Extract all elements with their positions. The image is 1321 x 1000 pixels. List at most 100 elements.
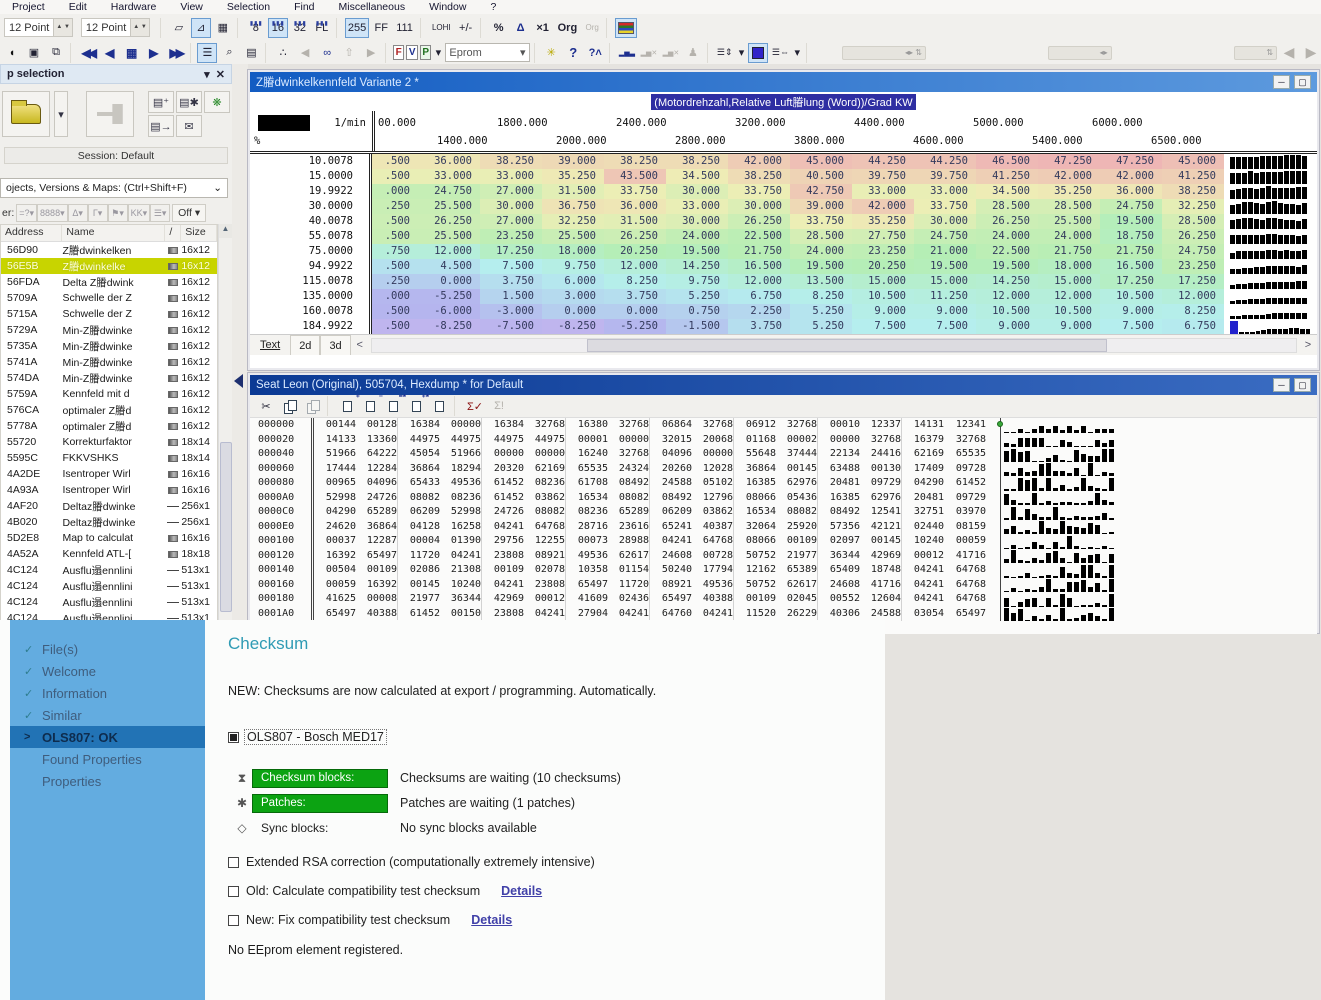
page-add-icon[interactable]: ⁺ <box>337 393 360 416</box>
map-cell[interactable]: 32.250 <box>1162 199 1224 214</box>
hex-cell[interactable]: 12162 <box>734 563 776 578</box>
map-cell[interactable]: 16.500 <box>728 259 790 274</box>
hex-cell[interactable]: 14133 <box>314 433 356 448</box>
hex-cell[interactable]: 08082 <box>608 490 650 505</box>
hex-cell[interactable]: 51966 <box>440 447 482 462</box>
map-cell[interactable]: .500 <box>372 319 418 334</box>
hex-cell[interactable]: 50752 <box>734 549 776 564</box>
map-cell[interactable]: 6.750 <box>728 289 790 304</box>
map-cell[interactable]: 17.250 <box>480 244 542 259</box>
spinner-arrows-icon[interactable]: ▲ ▼ <box>130 19 149 36</box>
hex-cell[interactable]: 06912 <box>734 418 776 433</box>
hex-cell[interactable]: 13360 <box>356 432 398 447</box>
hex-cell[interactable]: 00037 <box>314 534 356 549</box>
hex-cell[interactable]: 22134 <box>818 447 860 462</box>
hex-cell[interactable]: 17444 <box>314 462 356 477</box>
go-first-icon[interactable]: ◀◀ <box>78 43 98 63</box>
hex-cell[interactable]: 65409 <box>818 563 860 578</box>
list-item[interactable]: 56D90 Z膡dwinkelken 16x12 <box>1 242 217 258</box>
maximize-icon[interactable]: ▢ <box>1294 378 1311 392</box>
zoom-slider[interactable]: ◂▸ ⇅ <box>841 45 926 60</box>
hex-cell[interactable]: 00109 <box>734 592 776 607</box>
hex-cell[interactable]: 02436 <box>608 592 650 607</box>
tab-2d[interactable]: 2d <box>290 335 321 355</box>
wizard-nav-welcome[interactable]: ✓ Welcome <box>10 660 205 682</box>
map-cell[interactable]: 6.000 <box>542 274 604 289</box>
list-item[interactable]: 5D2E8 Map to calculat 16x16 <box>1 530 217 546</box>
hex-cell[interactable]: 02045 <box>776 592 818 607</box>
hex-cell[interactable]: 41716 <box>860 577 902 592</box>
sparkle-icon[interactable]: ✳ <box>541 43 561 63</box>
hex-cell[interactable]: 04241 <box>902 563 944 578</box>
map-cell[interactable]: 21.750 <box>1100 244 1162 259</box>
map-cell[interactable]: 34.500 <box>666 169 728 184</box>
display-ff-button[interactable]: FF <box>371 18 391 38</box>
map-cell[interactable]: 42.000 <box>852 199 914 214</box>
details-link[interactable]: Details <box>501 884 542 898</box>
hex-cell[interactable]: 00128 <box>356 418 398 433</box>
hex-cell[interactable]: 65497 <box>650 592 692 607</box>
map-cell[interactable]: 44.250 <box>914 154 976 169</box>
hex-cell[interactable]: 32015 <box>650 433 692 448</box>
hex-cell[interactable]: 65433 <box>398 476 440 491</box>
hex-cell[interactable]: 36344 <box>440 592 482 607</box>
hex-cell[interactable]: 57356 <box>818 520 860 535</box>
hex-cell[interactable]: 03054 <box>902 607 944 622</box>
list-item[interactable]: 56FDA Delta Z膡dwink 16x12 <box>1 274 217 290</box>
hex-cell[interactable]: 08066 <box>734 491 776 506</box>
open-dropdown[interactable]: ▾ <box>54 91 68 137</box>
hex-cell[interactable]: 04241 <box>692 606 734 621</box>
hex-cell[interactable]: 44975 <box>524 432 566 447</box>
hex-cell[interactable]: 27904 <box>566 607 608 622</box>
hex-cell[interactable]: 04241 <box>650 534 692 549</box>
map-cell[interactable]: 36.000 <box>418 154 480 169</box>
map-cell[interactable]: 33.750 <box>604 184 666 199</box>
hex-cell[interactable]: 32751 <box>902 505 944 520</box>
hex-cell[interactable]: 03970 <box>944 505 986 520</box>
hex-cell[interactable]: 06209 <box>398 505 440 520</box>
color-gradient-button[interactable] <box>615 17 638 38</box>
list-item[interactable]: 55720 Korrekturfaktor 18x14 <box>1 434 217 450</box>
hex-cell[interactable]: 01390 <box>440 534 482 549</box>
hex-cell[interactable]: 04241 <box>608 606 650 621</box>
map-cell[interactable]: 33.750 <box>728 184 790 199</box>
list-item[interactable]: 4B020 Deltaz膡dwinke 256x1 <box>1 514 217 530</box>
hex-cell[interactable]: 00109 <box>776 534 818 549</box>
hex-cell[interactable]: 00728 <box>692 548 734 563</box>
hex-cell[interactable]: 10240 <box>440 577 482 592</box>
width-float-button[interactable]: FL ▮▮▮ <box>312 18 332 38</box>
hex-cell[interactable]: 62169 <box>902 447 944 462</box>
sign-toggle-button[interactable]: +/- <box>456 18 476 38</box>
hex-cell[interactable]: 64768 <box>524 519 566 534</box>
page-add-star-icon[interactable]: ⁺* <box>406 393 429 416</box>
fvp-dropdown-icon[interactable]: ▾ <box>433 43 443 63</box>
filter-f-button[interactable]: F <box>392 45 405 60</box>
hex-cell[interactable]: 00552 <box>818 592 860 607</box>
map-hscrollbar[interactable] <box>370 337 1297 353</box>
map-cell[interactable]: 12.000 <box>418 244 480 259</box>
hex-cell[interactable]: 00002 <box>776 432 818 447</box>
hex-cell[interactable]: 10240 <box>902 534 944 549</box>
map-cell[interactable]: 27.750 <box>852 229 914 244</box>
wizard-nav-files[interactable]: ✓ File(s) <box>10 638 205 660</box>
mail-button[interactable]: ✉ <box>175 115 202 137</box>
hex-cell[interactable]: 04241 <box>902 578 944 593</box>
hex-cell[interactable]: 41625 <box>314 592 356 607</box>
hex-cell[interactable]: 14131 <box>902 418 944 433</box>
option-checkbox[interactable] <box>228 885 239 897</box>
hex-cell[interactable]: 51966 <box>314 447 356 462</box>
hex-cell[interactable]: 12341 <box>944 418 986 433</box>
hex-cell[interactable]: 65389 <box>776 563 818 578</box>
map-cell[interactable]: 38.250 <box>666 154 728 169</box>
tab-text[interactable]: Text <box>250 335 290 355</box>
map-cell[interactable]: 23.250 <box>852 244 914 259</box>
map-cell[interactable]: 36.000 <box>604 199 666 214</box>
go-prev-icon[interactable]: ◀ <box>100 43 120 63</box>
map-cell[interactable]: 28.500 <box>1162 214 1224 229</box>
hex-cell[interactable]: 08492 <box>650 491 692 506</box>
hex-cell[interactable]: 12028 <box>692 461 734 476</box>
help-icon[interactable]: ? <box>563 43 583 63</box>
hex-cell[interactable]: 65535 <box>566 462 608 477</box>
hex-cell[interactable]: 00109 <box>356 563 398 578</box>
hex-cell[interactable]: 06209 <box>650 505 692 520</box>
